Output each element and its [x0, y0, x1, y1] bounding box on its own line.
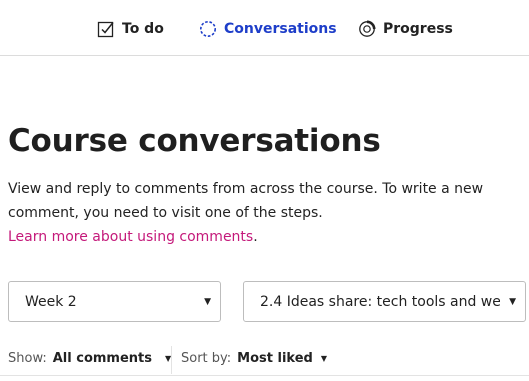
- filter-bar: Show: All comments ▼ Sort by: Most liked…: [0, 346, 529, 376]
- show-filter-value: All comments: [52, 351, 153, 366]
- sort-filter[interactable]: Sort by: Most liked ▼: [181, 351, 327, 366]
- tab-todo[interactable]: To do: [97, 18, 164, 40]
- show-filter-label: Show:: [8, 351, 47, 366]
- step-select[interactable]: 2.4 Ideas share: tech tools and web ▼: [243, 281, 526, 322]
- caret-down-icon: ▼: [509, 297, 516, 307]
- step-select-value: 2.4 Ideas share: tech tools and web: [260, 293, 500, 310]
- dashed-circle-icon: [199, 20, 217, 38]
- tab-conversations[interactable]: Conversations: [199, 18, 337, 40]
- tab-todo-label: To do: [122, 21, 164, 37]
- sort-filter-label: Sort by:: [181, 351, 232, 366]
- show-filter[interactable]: Show: All comments ▼: [8, 351, 171, 366]
- learn-more-link[interactable]: Learn more about using comments: [8, 229, 253, 245]
- top-navigation: To do Conversations Progress: [0, 0, 529, 56]
- learn-more-period: .: [253, 229, 258, 245]
- week-select[interactable]: Week 2 ▼: [8, 281, 221, 322]
- sort-filter-value: Most liked: [237, 351, 313, 366]
- tab-progress[interactable]: Progress: [358, 18, 453, 40]
- page-title: Course conversations: [8, 123, 381, 159]
- tab-progress-label: Progress: [383, 21, 453, 37]
- filter-divider: [171, 346, 172, 374]
- checkbox-icon: [97, 20, 115, 38]
- progress-ring-icon: [358, 20, 376, 38]
- week-select-value: Week 2: [25, 293, 77, 310]
- caret-down-icon: ▼: [204, 297, 211, 307]
- caret-down-icon: ▼: [320, 354, 328, 363]
- intro-description: View and reply to comments from across t…: [8, 181, 484, 221]
- tab-conversations-label: Conversations: [224, 21, 337, 37]
- intro-text: View and reply to comments from across t…: [8, 177, 523, 249]
